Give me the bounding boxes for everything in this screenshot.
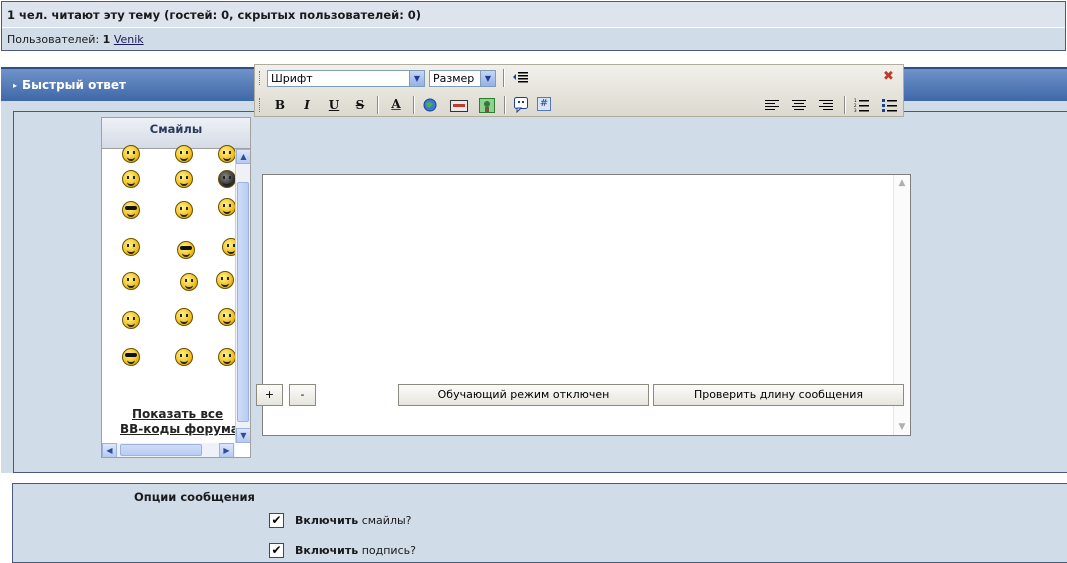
enable-signature-checkbox[interactable]: ✔ <box>269 543 284 558</box>
align-center-icon[interactable] <box>792 100 806 111</box>
scroll-thumb[interactable] <box>237 182 249 422</box>
ninja-smiley-icon[interactable] <box>218 170 236 188</box>
enable-smilies-text: смайлы? <box>361 514 412 527</box>
toolbar-separator <box>844 96 846 114</box>
size-select-value: Размер <box>433 72 475 85</box>
message-options-label: Опции сообщения <box>134 490 255 504</box>
outdent-icon[interactable] <box>513 71 529 85</box>
surprised-smiley-icon[interactable] <box>175 201 193 219</box>
check-length-button[interactable]: Проверить длину сообщения <box>653 384 904 406</box>
enlarge-editor-button[interactable]: + <box>256 384 283 406</box>
quick-reply-title: ▸ Быстрый ответ <box>13 78 126 92</box>
size-select[interactable]: Размер ▼ <box>429 70 496 87</box>
insert-link-icon[interactable] <box>423 98 438 113</box>
bold-button[interactable]: B <box>270 95 290 115</box>
users-count: 1 <box>102 33 111 46</box>
angry-smiley-icon[interactable] <box>122 170 140 188</box>
users-label: Пользователей: <box>7 33 100 46</box>
hello-smiley-icon[interactable] <box>218 348 236 366</box>
toolbar-separator <box>503 69 505 87</box>
italic-button[interactable]: I <box>297 95 317 115</box>
grin-smiley-icon[interactable] <box>122 238 140 256</box>
scroll-thumb[interactable] <box>120 444 202 456</box>
smilies-vertical-scrollbar[interactable]: ▲ ▼ <box>235 149 250 443</box>
enable-smilies-bold: Включить <box>295 514 359 527</box>
chevron-up-icon[interactable]: ▲ <box>894 175 910 191</box>
chevron-down-icon[interactable]: ▼ <box>480 71 495 86</box>
smiley-icon[interactable] <box>218 145 236 163</box>
align-right-icon[interactable] <box>819 100 833 111</box>
smile-smiley-icon[interactable] <box>218 308 236 326</box>
font-select-value: Шрифт <box>271 72 313 85</box>
teeth-smiley-icon[interactable] <box>122 272 140 290</box>
smiley-icon[interactable] <box>175 145 193 163</box>
text-color-button[interactable]: A <box>386 94 406 114</box>
toolbar-grip-icon[interactable] <box>259 71 263 85</box>
thinking-smiley-icon[interactable] <box>122 311 140 329</box>
enable-smilies-checkbox[interactable]: ✔ <box>269 513 284 528</box>
chevron-down-icon[interactable]: ▼ <box>409 71 424 86</box>
align-left-icon[interactable] <box>765 100 779 111</box>
users-row: Пользователей: 1 Venik <box>2 29 1065 50</box>
enable-signature-label: Включить подпись? <box>295 544 416 557</box>
chevron-down-icon[interactable]: ▼ <box>894 419 910 435</box>
topic-readers-panel: 1 чел. читают эту тему (гостей: 0, скрыт… <box>1 1 1066 51</box>
toolbar-separator <box>504 96 506 114</box>
editor-toolbar: Шрифт ▼ Размер ▼ ✖ B I U S A # 123 <box>254 64 904 117</box>
bb-codes-link[interactable]: BB-коды форума <box>120 422 239 436</box>
learning-mode-button[interactable]: Обучающий режим отключен <box>398 384 649 406</box>
smilies-horizontal-scrollbar[interactable]: ◀ ▶ <box>102 443 235 457</box>
enable-smilies-label: Включить смайлы? <box>295 514 412 527</box>
readers-count-text: 1 чел. читают эту тему (гостей: 0, скрыт… <box>2 2 1065 28</box>
toolbar-grip-icon[interactable] <box>259 98 263 112</box>
enable-signature-bold: Включить <box>295 544 359 557</box>
shades-smiley-icon[interactable] <box>177 241 195 259</box>
shrink-editor-button[interactable]: - <box>289 384 316 406</box>
bullet-list-icon[interactable] <box>882 98 897 112</box>
chevron-down-icon[interactable]: ▼ <box>236 428 250 443</box>
enable-signature-text: подпись? <box>361 544 416 557</box>
cool-smiley-icon[interactable] <box>122 201 140 219</box>
underline-button[interactable]: U <box>324 95 344 115</box>
happy-smiley-icon[interactable] <box>216 271 234 289</box>
numbered-list-icon[interactable]: 123 <box>854 98 869 113</box>
quote-icon[interactable] <box>514 97 528 114</box>
chevron-right-icon[interactable]: ▶ <box>219 443 234 457</box>
laughing-smiley-icon[interactable] <box>175 170 193 188</box>
close-toolbar-icon[interactable]: ✖ <box>883 70 897 84</box>
chevron-up-icon[interactable]: ▲ <box>236 149 250 164</box>
strikethrough-button[interactable]: S <box>350 95 370 115</box>
smiley-icon[interactable] <box>122 145 140 163</box>
toolbar-separator <box>377 96 379 114</box>
insert-email-icon[interactable] <box>450 100 468 112</box>
quick-reply-title-text: Быстрый ответ <box>22 78 126 92</box>
waving-smiley-icon[interactable] <box>180 273 198 291</box>
sunglasses-smiley-icon[interactable] <box>122 348 140 366</box>
confused-smiley-icon[interactable] <box>218 198 236 216</box>
font-select[interactable]: Шрифт ▼ <box>267 70 425 87</box>
code-button[interactable]: # <box>537 97 551 111</box>
user-link-venik[interactable]: Venik <box>114 33 144 46</box>
expand-arrow-icon: ▸ <box>13 81 18 90</box>
insert-image-icon[interactable] <box>479 98 495 113</box>
eyes-smiley-icon[interactable] <box>175 308 193 326</box>
toolbar-separator <box>413 96 415 114</box>
smilies-panel: Смайлы Показать все BB-коды форума ▲ ▼ ◀… <box>101 117 251 458</box>
big-grin-smiley-icon[interactable] <box>175 348 193 366</box>
svg-text:3: 3 <box>854 108 857 112</box>
chevron-left-icon[interactable]: ◀ <box>102 443 117 457</box>
show-all-smilies-link[interactable]: Показать все <box>132 407 223 421</box>
